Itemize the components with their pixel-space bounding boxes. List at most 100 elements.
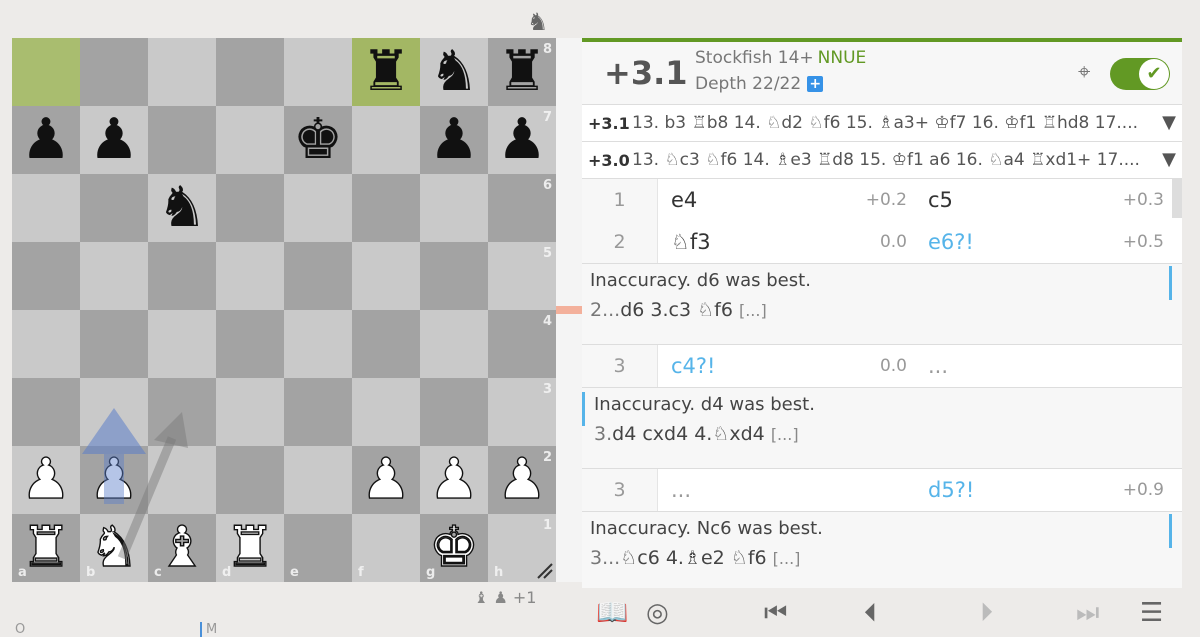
- piece-b2[interactable]: ♟: [88, 451, 140, 508]
- square-g2[interactable]: ♟: [420, 446, 488, 514]
- piece-d1[interactable]: ♜: [224, 519, 276, 576]
- crosshair-icon[interactable]: ⌖: [1078, 60, 1090, 85]
- square-f7[interactable]: [352, 106, 420, 174]
- black-move[interactable]: e6?! +0.5: [915, 221, 1172, 263]
- square-e2[interactable]: [284, 446, 352, 514]
- variation-moves[interactable]: ♘c6 4.♗e2 ♘f6: [620, 547, 766, 569]
- square-h1[interactable]: 1h: [488, 514, 556, 582]
- piece-g7[interactable]: ♟: [429, 112, 479, 168]
- piece-c6[interactable]: ♞: [157, 180, 207, 236]
- square-e8[interactable]: [284, 38, 352, 106]
- square-g8[interactable]: ♞: [420, 38, 488, 106]
- move-san[interactable]: c4?!: [671, 354, 715, 378]
- move-san[interactable]: e4: [671, 188, 697, 212]
- square-a8[interactable]: [12, 38, 80, 106]
- piece-h2[interactable]: ♟: [496, 451, 548, 508]
- square-c6[interactable]: ♞: [148, 174, 216, 242]
- square-c7[interactable]: [148, 106, 216, 174]
- black-move[interactable]: ...: [915, 345, 1172, 387]
- square-b3[interactable]: [80, 378, 148, 446]
- square-h7[interactable]: ♟ 7: [488, 106, 556, 174]
- pv-line-2[interactable]: +3.0 13. ♘c3 ♘f6 14. ♗e3 ♖d8 15. ♔f1 a6 …: [582, 142, 1182, 179]
- move-san[interactable]: e6?!: [928, 230, 974, 254]
- piece-a7[interactable]: ♟: [21, 112, 71, 168]
- pv-moves[interactable]: 13. ♘c3 ♘f6 14. ♗e3 ♖d8 15. ♔f1 a6 16. ♘…: [632, 150, 1158, 170]
- square-f1[interactable]: f: [352, 514, 420, 582]
- square-e7[interactable]: ♚: [284, 106, 352, 174]
- expand-variation[interactable]: [...]: [771, 425, 799, 444]
- piece-g1[interactable]: ♚: [428, 519, 480, 576]
- square-b8[interactable]: [80, 38, 148, 106]
- add-depth-button[interactable]: +: [807, 76, 824, 92]
- piece-f2[interactable]: ♟: [360, 451, 412, 508]
- square-h4[interactable]: 4: [488, 310, 556, 378]
- variation-moves[interactable]: d4 cxd4 4.♘xd4: [612, 423, 765, 445]
- square-d6[interactable]: [216, 174, 284, 242]
- piece-a1[interactable]: ♜: [20, 519, 72, 576]
- square-c5[interactable]: [148, 242, 216, 310]
- piece-g8[interactable]: ♞: [429, 44, 479, 100]
- square-f6[interactable]: [352, 174, 420, 242]
- square-a1[interactable]: ♜ a: [12, 514, 80, 582]
- square-e6[interactable]: [284, 174, 352, 242]
- move-san[interactable]: ♘f3: [671, 230, 711, 254]
- caret-down-icon[interactable]: ▼: [1162, 149, 1176, 170]
- square-a3[interactable]: [12, 378, 80, 446]
- square-h5[interactable]: 5: [488, 242, 556, 310]
- square-d5[interactable]: [216, 242, 284, 310]
- square-a6[interactable]: [12, 174, 80, 242]
- square-g1[interactable]: ♚ g: [420, 514, 488, 582]
- piece-a2[interactable]: ♟: [20, 451, 72, 508]
- piece-h8[interactable]: ♜: [497, 44, 547, 100]
- caret-down-icon[interactable]: ▼: [1162, 112, 1176, 133]
- comment-variation[interactable]: 3.d4 cxd4 4.♘xd4 [...]: [594, 423, 1174, 445]
- piece-c1[interactable]: ♝: [156, 519, 208, 576]
- piece-h7[interactable]: ♟: [497, 112, 547, 168]
- menu-icon[interactable]: ☰: [1140, 598, 1163, 628]
- piece-b1[interactable]: ♞: [88, 519, 140, 576]
- square-f8[interactable]: ♜: [352, 38, 420, 106]
- square-g5[interactable]: [420, 242, 488, 310]
- square-h3[interactable]: 3: [488, 378, 556, 446]
- move-san[interactable]: d5?!: [928, 478, 974, 502]
- piece-e7[interactable]: ♚: [293, 112, 343, 168]
- square-a4[interactable]: [12, 310, 80, 378]
- square-c2[interactable]: [148, 446, 216, 514]
- piece-b7[interactable]: ♟: [89, 112, 139, 168]
- square-d1[interactable]: ♜ d: [216, 514, 284, 582]
- prev-move-icon[interactable]: ⏴: [864, 598, 877, 629]
- square-c8[interactable]: [148, 38, 216, 106]
- square-b5[interactable]: [80, 242, 148, 310]
- square-d3[interactable]: [216, 378, 284, 446]
- white-move[interactable]: c4?! 0.0: [658, 345, 915, 387]
- square-d4[interactable]: [216, 310, 284, 378]
- square-g6[interactable]: [420, 174, 488, 242]
- square-d7[interactable]: [216, 106, 284, 174]
- square-b2[interactable]: ♟: [80, 446, 148, 514]
- square-f4[interactable]: [352, 310, 420, 378]
- square-g7[interactable]: ♟: [420, 106, 488, 174]
- piece-g2[interactable]: ♟: [428, 451, 480, 508]
- square-b4[interactable]: [80, 310, 148, 378]
- next-move-icon[interactable]: ⏵: [980, 598, 993, 629]
- square-e4[interactable]: [284, 310, 352, 378]
- black-move[interactable]: c5 +0.3: [915, 179, 1172, 221]
- square-c3[interactable]: [148, 378, 216, 446]
- pv-line-1[interactable]: +3.1 13. b3 ♖b8 14. ♘d2 ♘f6 15. ♗a3+ ♔f7…: [582, 105, 1182, 142]
- square-c4[interactable]: [148, 310, 216, 378]
- book-icon[interactable]: 📖: [596, 598, 628, 628]
- square-e5[interactable]: [284, 242, 352, 310]
- white-move[interactable]: e4 +0.2: [658, 179, 915, 221]
- expand-variation[interactable]: [...]: [739, 301, 767, 320]
- square-f3[interactable]: [352, 378, 420, 446]
- square-d8[interactable]: [216, 38, 284, 106]
- pv-moves[interactable]: 13. b3 ♖b8 14. ♘d2 ♘f6 15. ♗a3+ ♔f7 16. …: [632, 113, 1158, 133]
- expand-variation[interactable]: [...]: [773, 549, 801, 568]
- chessboard[interactable]: ♜ ♞ ♜ 8 ♟ ♟ ♚ ♟ ♟ 7 ♞ 6 5 4 3 ♟ ♟ ♟ ♟ ♟ 2 ♜ a ♞ b ♝ c ♜ d e f ♚ g 1 h: [12, 38, 556, 582]
- square-g4[interactable]: [420, 310, 488, 378]
- square-e3[interactable]: [284, 378, 352, 446]
- target-icon[interactable]: ◎: [646, 598, 669, 628]
- comment-variation[interactable]: 3...♘c6 4.♗e2 ♘f6 [...]: [590, 547, 1174, 569]
- square-f2[interactable]: ♟: [352, 446, 420, 514]
- move-san[interactable]: c5: [928, 188, 953, 212]
